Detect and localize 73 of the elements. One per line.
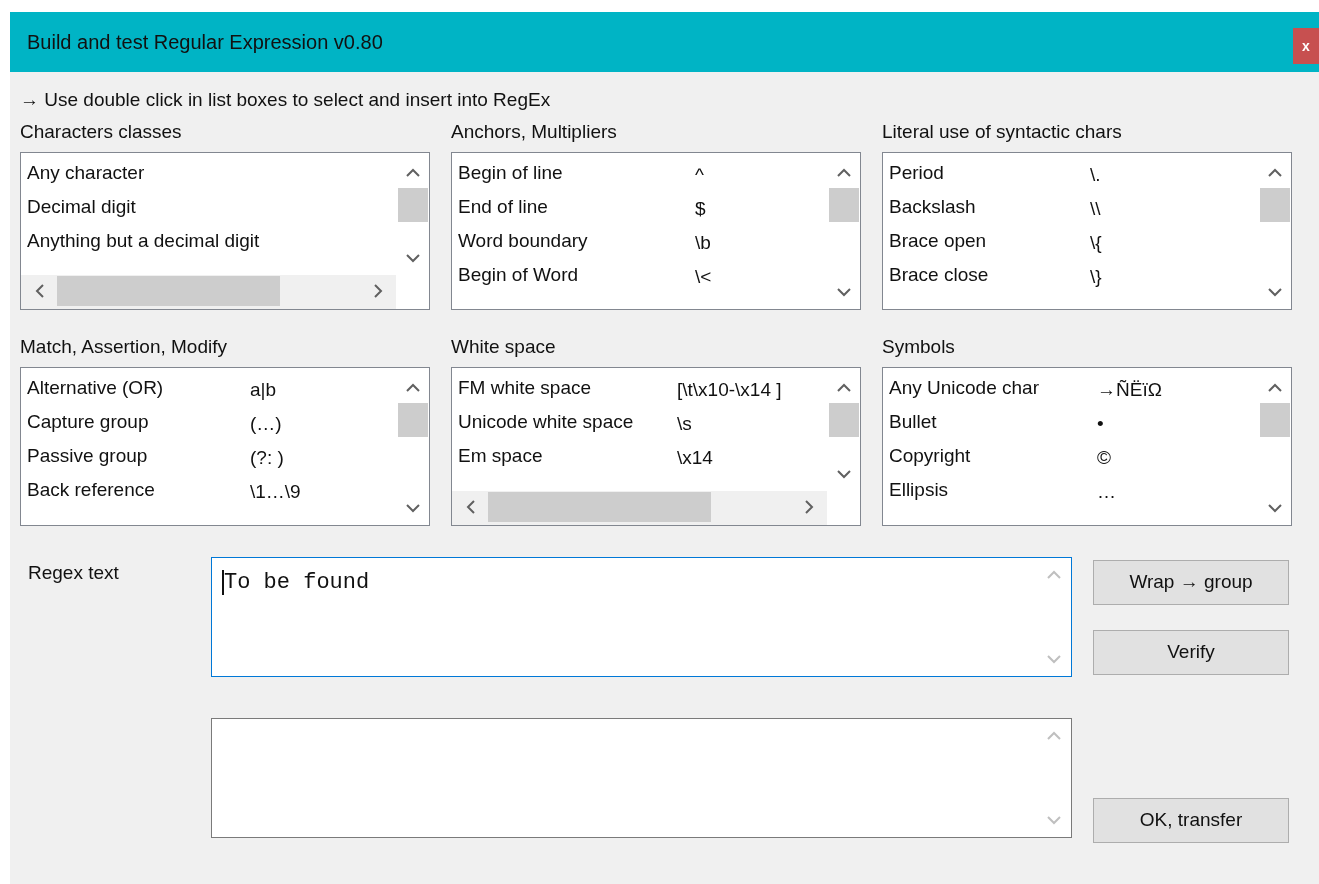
list-item[interactable]: Passive group <box>27 441 148 471</box>
scroll-thumb[interactable] <box>1259 403 1290 437</box>
regex-text-field[interactable]: To be found <box>211 557 1072 677</box>
text-value: To be found <box>222 570 370 595</box>
list-item[interactable]: Bullet <box>889 407 937 437</box>
list-box[interactable]: Alternative (OR) a|b Capture group (…) Passive group (?: ) Back reference \1…\9 <box>20 367 430 526</box>
list-box[interactable]: FM white space [\t\x10-\x14 ] Unicode white space \s Em space \x14 <box>451 367 861 526</box>
window-title: Build and test Regular Expression v0.80 <box>26 30 383 55</box>
list-item[interactable]: Brace close <box>889 260 989 290</box>
list-item[interactable]: Unicode white space <box>458 407 634 437</box>
list-item-value: \s <box>677 412 692 436</box>
list-item[interactable]: Period <box>889 158 944 188</box>
list-item-value: a|b <box>250 378 277 402</box>
list-item[interactable]: FM white space <box>458 373 592 403</box>
list-item-value: \\ <box>1090 197 1101 221</box>
scroll-thumb[interactable] <box>397 188 428 222</box>
list-item-value: \} <box>1090 265 1102 289</box>
list-item[interactable]: Any Unicode char <box>889 373 1039 403</box>
list-item[interactable]: Brace open <box>889 226 987 256</box>
result-text-field[interactable] <box>211 718 1072 838</box>
list-item[interactable]: Begin of line <box>458 158 563 188</box>
list-item-value: \1…\9 <box>250 480 301 504</box>
list-item[interactable]: Any character <box>27 158 145 188</box>
list-item[interactable]: Alternative (OR) <box>27 373 164 403</box>
list-item-value: →ÑËïΩ <box>1097 378 1162 402</box>
list-label: White space <box>451 335 557 357</box>
list-label: Literal use of syntactic chars <box>882 120 1123 142</box>
list-item[interactable]: Begin of Word <box>458 260 579 290</box>
list-label: Symbols <box>882 335 956 357</box>
list-box[interactable]: Any Unicode char →ÑËïΩ Bullet • Copyright © Ellipsis … <box>882 367 1292 526</box>
list-item-value: … <box>1097 480 1116 504</box>
list-item-value: \< <box>695 265 712 289</box>
scroll-thumb[interactable] <box>397 403 428 437</box>
scroll-thumb[interactable] <box>828 188 859 222</box>
list-box[interactable]: Any character Decimal digit Anything but a decimal digit <box>20 152 430 310</box>
list-label: Characters classes <box>20 120 183 142</box>
list-item-value: $ <box>695 197 706 221</box>
action-button[interactable]: Verify <box>1093 630 1289 675</box>
list-item-value: (…) <box>250 412 282 436</box>
close-button[interactable]: x <box>1293 28 1319 64</box>
horizontal-scrollbar[interactable] <box>21 275 396 309</box>
list-item[interactable]: Em space <box>458 441 543 471</box>
list-item[interactable]: Back reference <box>27 475 155 505</box>
horizontal-scrollbar[interactable] <box>452 491 827 525</box>
action-button[interactable]: OK, transfer <box>1093 798 1289 843</box>
scroll-thumb[interactable] <box>1259 188 1290 222</box>
list-item-value: ^ <box>695 163 704 187</box>
list-item[interactable]: Copyright <box>889 441 971 471</box>
regex-text-label: Regex text <box>28 561 120 585</box>
scroll-thumb[interactable] <box>828 403 859 437</box>
list-item-value: \x14 <box>677 446 713 470</box>
scroll-thumb[interactable] <box>57 276 280 306</box>
list-item[interactable]: Word boundary <box>458 226 588 256</box>
scroll-thumb[interactable] <box>488 492 711 522</box>
list-item[interactable]: Ellipsis <box>889 475 949 505</box>
list-item[interactable]: Decimal digit <box>27 192 136 222</box>
list-item[interactable]: Anything but a decimal digit <box>27 226 260 256</box>
list-box[interactable]: Begin of line ^ End of line $ Word boundary \b Begin of Word \< <box>451 152 861 310</box>
list-item-value: \{ <box>1090 231 1102 255</box>
list-item-value: (?: ) <box>250 446 284 470</box>
list-item-value: © <box>1097 446 1111 470</box>
list-item[interactable]: Capture group <box>27 407 149 437</box>
list-item-value: \b <box>695 231 711 255</box>
list-label: Anchors, Multipliers <box>451 120 618 142</box>
action-button[interactable]: Wrap → group <box>1093 560 1289 605</box>
list-item-value: • <box>1097 412 1104 436</box>
list-item-value: \. <box>1090 163 1101 187</box>
list-item[interactable]: Backslash <box>889 192 976 222</box>
list-box[interactable]: Period \. Backslash \\ Brace open \{ Brace close \} <box>882 152 1292 310</box>
list-item[interactable]: End of line <box>458 192 548 222</box>
list-item-value: [\t\x10-\x14 ] <box>677 378 782 402</box>
list-label: Match, Assertion, Modify <box>20 335 228 357</box>
instruction-text: → Use double click in list boxes to select and insert into RegEx <box>19 88 552 110</box>
